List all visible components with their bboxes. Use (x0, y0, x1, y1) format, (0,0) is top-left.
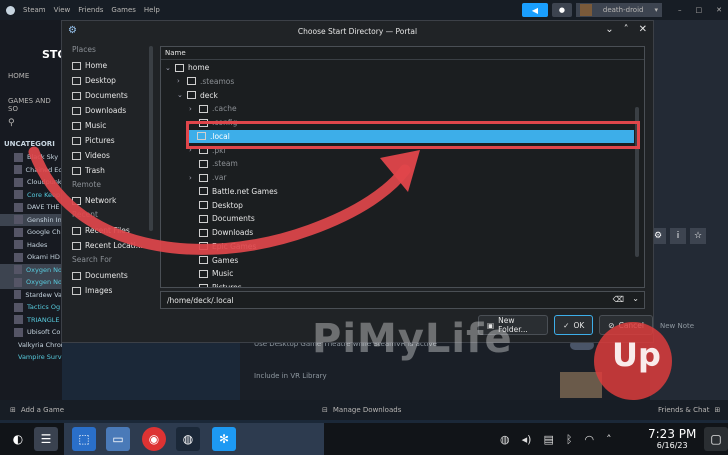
clock-time: 7:23 PM (648, 427, 697, 441)
app-launcher-icon[interactable]: ◐ (6, 427, 30, 451)
tray-expand-icon[interactable]: ˄ (606, 433, 612, 446)
clock[interactable]: 7:23 PM 6/16/23 (648, 427, 696, 450)
clipboard-icon[interactable]: ▤ (543, 433, 553, 446)
chrome-icon[interactable]: ◉ (142, 427, 166, 451)
watermark-text: PiMyLife (312, 316, 513, 362)
steam-icon[interactable]: ◍ (176, 427, 200, 451)
volume-icon[interactable]: ◂) (522, 433, 532, 446)
steam-tray-icon[interactable]: ◍ (500, 433, 510, 446)
kde-app-icon[interactable]: ✻ (212, 427, 236, 451)
taskbar: ◐ ☰ ⬚ ▭ ◉ ◍ ✻ ◍ ◂) ▤ ᛒ ◠ ˄ 7:23 PM 6/16/… (0, 423, 728, 455)
file-manager-icon[interactable]: ▭ (106, 427, 130, 451)
wifi-icon[interactable]: ◠ (584, 433, 594, 446)
system-tray: ◍ ◂) ▤ ᛒ ◠ ˄ (500, 423, 612, 455)
bluetooth-icon[interactable]: ᛒ (566, 433, 573, 446)
settings-sliders-icon[interactable]: ☰ (34, 427, 58, 451)
clock-date: 6/16/23 (656, 441, 688, 450)
watermark-up: Up (612, 336, 661, 374)
show-desktop-icon[interactable]: ▢ (704, 427, 728, 451)
discover-store-icon[interactable]: ⬚ (72, 427, 96, 451)
